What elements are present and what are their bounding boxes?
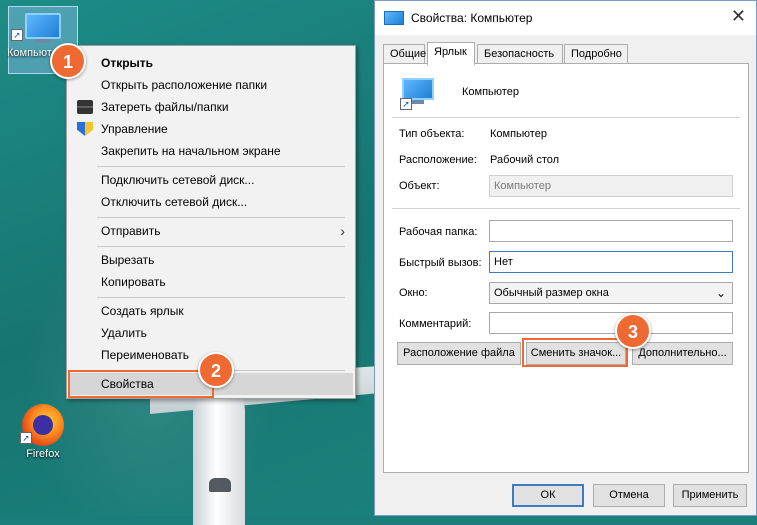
advanced-button[interactable]: Дополнительно... [632, 342, 733, 365]
close-icon[interactable]: ✕ [731, 6, 746, 27]
window-select[interactable]: Обычный размер окна ⌄ [489, 282, 733, 304]
separator [392, 208, 740, 209]
file-location-button[interactable]: Расположение файла [397, 342, 521, 365]
tab-details[interactable]: Подробно [564, 44, 628, 64]
hotkey-label: Быстрый вызов: [399, 257, 482, 269]
menu-item-disconnect-network-drive[interactable]: Отключить сетевой диск... [69, 191, 353, 213]
desktop-icon-label: Компьютер [7, 47, 55, 59]
tab-security[interactable]: Безопасность [477, 44, 563, 64]
shield-icon [77, 122, 93, 136]
target-label: Объект: [399, 180, 440, 192]
shortcut-arrow-icon: ➚ [400, 98, 412, 110]
menu-item-shred[interactable]: Затереть файлы/папки [69, 96, 353, 118]
location-label: Расположение: [399, 154, 477, 166]
shredder-icon [77, 100, 93, 114]
computer-icon [384, 11, 404, 25]
chevron-down-icon: ⌄ [715, 286, 726, 300]
menu-separator [97, 297, 345, 298]
shortcut-arrow-icon: ➚ [11, 29, 23, 41]
workdir-label: Рабочая папка: [399, 226, 478, 238]
airplane-body [193, 385, 245, 525]
window-label: Окно: [399, 287, 428, 299]
comment-field[interactable] [489, 312, 733, 334]
comment-label: Комментарий: [399, 318, 472, 330]
menu-item-delete[interactable]: Удалить [69, 322, 353, 344]
step-marker-3: 3 [615, 313, 651, 349]
cancel-button[interactable]: Отмена [593, 484, 665, 507]
step-marker-2: 2 [198, 352, 234, 388]
desktop-icon-label: Firefox [26, 448, 60, 460]
tab-general[interactable]: Общие [383, 44, 426, 64]
menu-item-open[interactable]: Открыть [69, 52, 353, 74]
menu-separator [97, 217, 345, 218]
item-name: Компьютер [462, 86, 519, 98]
location-value: Рабочий стол [490, 154, 560, 166]
dialog-title: Свойства: Компьютер [411, 11, 533, 25]
shortcut-arrow-icon: ➚ [20, 432, 32, 444]
desktop-icon-firefox[interactable]: ➚ Firefox [8, 402, 78, 460]
menu-item-copy[interactable]: Копировать [69, 271, 353, 293]
tab-shortcut[interactable]: Ярлык [427, 42, 475, 65]
properties-dialog: Свойства: Компьютер ✕ Общие Ярлык Безопа… [374, 0, 757, 516]
highlight-box-properties [68, 370, 214, 398]
separator [392, 117, 740, 118]
hotkey-field[interactable]: Нет [489, 251, 733, 273]
context-menu: Открыть Открыть расположение папки Затер… [66, 45, 356, 399]
menu-item-cut[interactable]: Вырезать [69, 249, 353, 271]
ok-button[interactable]: ОК [512, 484, 584, 507]
airplane-nose [209, 478, 231, 492]
window-select-value: Обычный размер окна [494, 287, 609, 299]
computer-icon: ➚ [400, 78, 436, 110]
target-field: Компьютер [489, 175, 733, 197]
workdir-field[interactable] [489, 220, 733, 242]
menu-item-map-network-drive[interactable]: Подключить сетевой диск... [69, 169, 353, 191]
menu-separator [97, 246, 345, 247]
tab-panel-shortcut: ➚ Компьютер Тип объекта: Компьютер Распо… [383, 63, 749, 473]
step-marker-1: 1 [50, 43, 86, 79]
menu-item-send-to[interactable]: Отправить › [69, 220, 353, 242]
highlight-box-change-icon [522, 338, 628, 367]
object-type-value: Компьютер [490, 128, 547, 140]
apply-button[interactable]: Применить [673, 484, 747, 507]
dialog-titlebar: Свойства: Компьютер ✕ [375, 1, 756, 35]
computer-icon [25, 13, 61, 39]
menu-item-pin-start[interactable]: Закрепить на начальном экране [69, 140, 353, 162]
object-type-label: Тип объекта: [399, 128, 465, 140]
menu-item-manage[interactable]: Управление [69, 118, 353, 140]
menu-item-open-folder-location[interactable]: Открыть расположение папки [69, 74, 353, 96]
chevron-right-icon: › [340, 223, 345, 239]
menu-separator [97, 166, 345, 167]
menu-item-create-shortcut[interactable]: Создать ярлык [69, 300, 353, 322]
